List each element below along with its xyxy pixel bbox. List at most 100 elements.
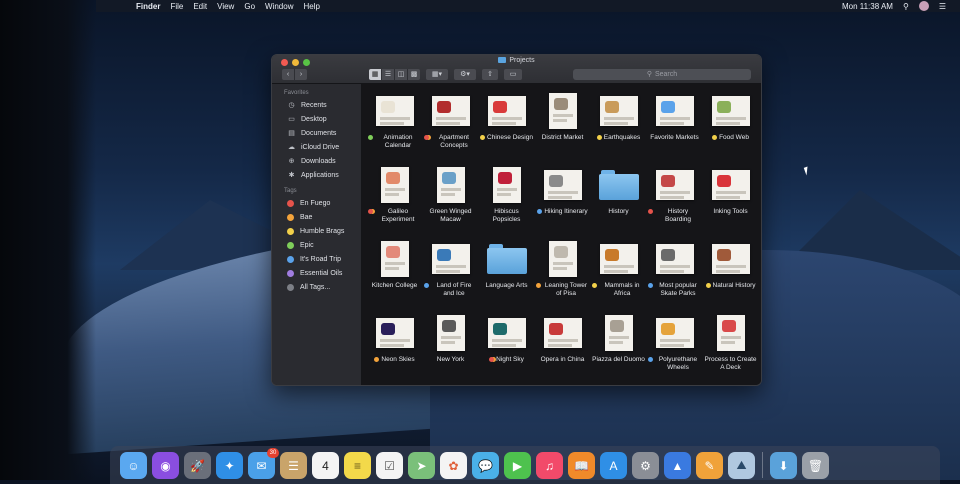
list-view-button[interactable]: ☰ [382,68,395,80]
file-item[interactable]: Neon Skies [367,312,422,385]
menu-window[interactable]: Window [265,2,293,11]
action-gear-button[interactable]: ⚙▾ [454,68,476,80]
sidebar-item-downloads[interactable]: ⊕ Downloads [272,154,361,168]
file-item[interactable]: Land of Fire and Ice [423,238,478,312]
file-item[interactable]: Language Arts [479,238,534,312]
file-item[interactable]: Galileo Experiment [367,164,422,238]
window-body: Favorites ◷ Recents ▭ Desktop ▤ Documents ☁ iCl… [272,84,761,385]
sidebar-tag-essential-oils[interactable]: Essential Oils [272,266,361,280]
gallery-view-button[interactable]: ▩ [408,68,420,80]
sidebar-tag-it-s-road-trip[interactable]: It's Road Trip [272,252,361,266]
contacts-icon[interactable]: ☰ [280,452,307,479]
file-item[interactable]: Apartment Concepts [423,90,478,164]
sidebar-item-icloud-drive[interactable]: ☁ iCloud Drive [272,140,361,154]
sidebar-item-desktop[interactable]: ▭ Desktop [272,112,361,126]
facetime-icon[interactable]: ▶ [504,452,531,479]
file-item[interactable]: History [591,164,646,238]
system-preferences-icon[interactable]: ⚙ [632,452,659,479]
music-icon[interactable]: ♫ [536,452,563,479]
messages-icon[interactable]: 💬 [472,452,499,479]
sidebar-tag-humble-brags[interactable]: Humble Brags [272,224,361,238]
file-item[interactable]: Most popular Skate Parks [647,238,702,312]
sidebar-item-recents[interactable]: ◷ Recents [272,98,361,112]
file-item[interactable]: Hibiscus Popsicles [479,164,534,238]
preview-text-line [440,336,461,339]
preview-text-line [715,196,740,199]
file-item[interactable]: Natural History [703,238,758,312]
sidebar-tag-all-tags-[interactable]: All Tags... [272,280,361,294]
file-item[interactable]: District Market [535,90,590,164]
preview-text-line [552,262,573,265]
file-item[interactable]: Kitchen College [367,238,422,312]
column-view-button[interactable]: ◫ [395,68,408,80]
sidebar-tag-epic[interactable]: Epic [272,238,361,252]
file-item[interactable]: Animation Calendar [367,90,422,164]
file-item[interactable]: Chinese Design [479,90,534,164]
notes-icon[interactable]: ≡ [344,452,371,479]
file-item[interactable]: Hiking Itinerary [535,164,590,238]
preview-text-line [552,119,567,122]
file-item[interactable]: New York [423,312,478,385]
forward-button[interactable]: › [295,68,307,80]
app-store-icon[interactable]: A [600,452,627,479]
search-field[interactable]: ⚲ Search [573,68,751,80]
menu-edit[interactable]: Edit [193,2,207,11]
downloads-stack-icon[interactable]: ⬇ [770,452,797,479]
siri-icon[interactable]: ◉ [152,452,179,479]
finder-icon[interactable]: ☺ [120,452,147,479]
file-item[interactable]: History Boarding [647,164,702,238]
group-by-button[interactable]: ▦▾ [426,68,448,80]
photos-icon[interactable]: ✿ [440,452,467,479]
sidebar-item-applications[interactable]: ✱ Applications [272,168,361,182]
keynote-icon[interactable]: ▲ [664,452,691,479]
file-item[interactable]: Piazza del Duomo [591,312,646,385]
file-item[interactable]: Process to Create A Deck [703,312,758,385]
file-tag-dot-icon [537,209,543,214]
user-avatar-icon[interactable] [918,1,929,11]
window-titlebar[interactable]: Projects ‹ › ▦ ☰ ◫ ▩ ▦▾ ⚙▾ ⇧ ▭ ⚲ Search [272,55,761,84]
file-name: History Boarding [664,208,692,223]
notification-center-icon[interactable]: ☰ [939,2,946,11]
launchpad-icon[interactable]: 🚀 [184,452,211,479]
mail-icon[interactable]: ✉ 30 [248,448,279,479]
trash-icon[interactable]: 🗑 [802,452,829,479]
reminders-icon[interactable]: ☑ [376,452,403,479]
file-item[interactable]: Food Web [703,90,758,164]
preview-icon[interactable]: ⛰ [728,452,755,479]
sidebar-tag-bae[interactable]: Bae [272,210,361,224]
safari-icon[interactable]: ✦ [216,452,243,479]
file-tag-dot-icon [647,357,653,362]
file-item[interactable]: Inking Tools [703,164,758,238]
preview-image [385,172,400,184]
menu-app-finder[interactable]: Finder [136,2,160,11]
menu-help[interactable]: Help [303,2,319,11]
calendar-icon[interactable]: 4 [312,452,339,479]
menu-clock[interactable]: Mon 11:38 AM [842,2,893,11]
menu-go[interactable]: Go [244,2,255,11]
preview-text-line [379,122,404,125]
books-icon[interactable]: 📖 [568,452,595,479]
icon-view-button[interactable]: ▦ [369,68,382,80]
preview-text-line [435,117,466,120]
file-item[interactable]: Leaning Tower of Pisa [535,238,590,312]
maps-icon[interactable]: ➤ [408,452,435,479]
menu-view[interactable]: View [217,2,234,11]
spotlight-search-icon[interactable]: ⚲ [903,2,909,11]
file-item[interactable]: Opera in China [535,312,590,385]
file-item[interactable]: Favorite Markets [647,90,702,164]
menu-file[interactable]: File [170,2,183,11]
preview-text-line [379,117,410,120]
file-item[interactable]: Night Sky [479,312,534,385]
edit-tags-button[interactable]: ▭ [504,68,522,80]
sidebar-item-documents[interactable]: ▤ Documents [272,126,361,140]
file-item[interactable]: Mammals in Africa [591,238,646,312]
file-item[interactable]: Earthquakes [591,90,646,164]
preview-image [660,323,675,335]
share-button[interactable]: ⇧ [482,68,498,80]
pages-icon[interactable]: ✎ [696,452,723,479]
file-item[interactable]: Green Winged Macaw [423,164,478,238]
sidebar-tag-en-fuego[interactable]: En Fuego [272,196,361,210]
document-preview-icon [655,318,694,348]
file-item[interactable]: Polyurethane Wheels [647,312,702,385]
back-button[interactable]: ‹ [282,68,295,80]
